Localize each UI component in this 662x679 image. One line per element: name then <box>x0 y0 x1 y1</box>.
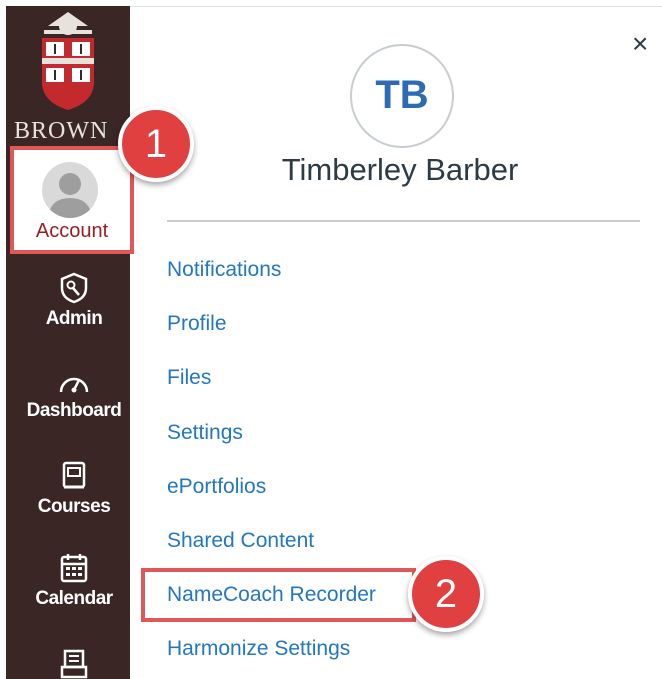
link-files[interactable]: Files <box>167 366 211 390</box>
nav-item-label: Admin <box>45 308 103 329</box>
brand-wordmark: BROWN <box>14 118 109 144</box>
step-1-badge: 1 <box>118 106 194 182</box>
nav-item-label: Courses <box>37 496 111 517</box>
nav-item-account[interactable]: Account <box>10 146 134 254</box>
link-settings[interactable]: Settings <box>167 421 243 445</box>
user-name: Timberley Barber <box>281 152 519 187</box>
nav-item-label: Dashboard <box>26 400 122 421</box>
nav-item-admin[interactable]: Admin <box>12 272 136 330</box>
brown-logo[interactable]: BROWN <box>6 6 130 144</box>
step-2-badge: 2 <box>408 556 484 632</box>
screenshot-frame: BROWN Admin Dashboard Courses Calendar A… <box>0 0 662 679</box>
user-avatar-icon <box>48 173 92 218</box>
avatar <box>42 162 98 218</box>
link-harmonize-settings[interactable]: Harmonize Settings <box>167 637 350 661</box>
nav-item-courses[interactable]: Courses <box>12 460 136 518</box>
namecoach-highlight-box <box>141 568 416 622</box>
link-notifications[interactable]: Notifications <box>167 258 281 282</box>
panel-divider <box>167 220 640 222</box>
account-label: Account <box>35 220 109 242</box>
close-icon[interactable]: × <box>632 30 648 58</box>
link-profile[interactable]: Profile <box>167 312 227 336</box>
link-eportfolios[interactable]: ePortfolios <box>167 475 266 499</box>
calendar-icon <box>60 554 88 583</box>
global-nav: BROWN Admin Dashboard Courses Calendar <box>6 6 130 679</box>
inbox-icon <box>60 649 88 679</box>
shield-icon <box>60 272 88 304</box>
nav-item-dashboard[interactable]: Dashboard <box>12 368 136 422</box>
speedometer-icon <box>59 377 89 393</box>
nav-item-inbox[interactable] <box>12 648 136 679</box>
user-initials-avatar: TB <box>350 44 454 148</box>
nav-item-calendar[interactable]: Calendar <box>12 552 136 610</box>
link-shared-content[interactable]: Shared Content <box>167 529 314 553</box>
panel-top-border <box>130 6 662 7</box>
nav-item-label: Calendar <box>35 588 113 609</box>
courses-book-icon <box>62 461 86 489</box>
brown-shield-icon <box>42 12 94 110</box>
